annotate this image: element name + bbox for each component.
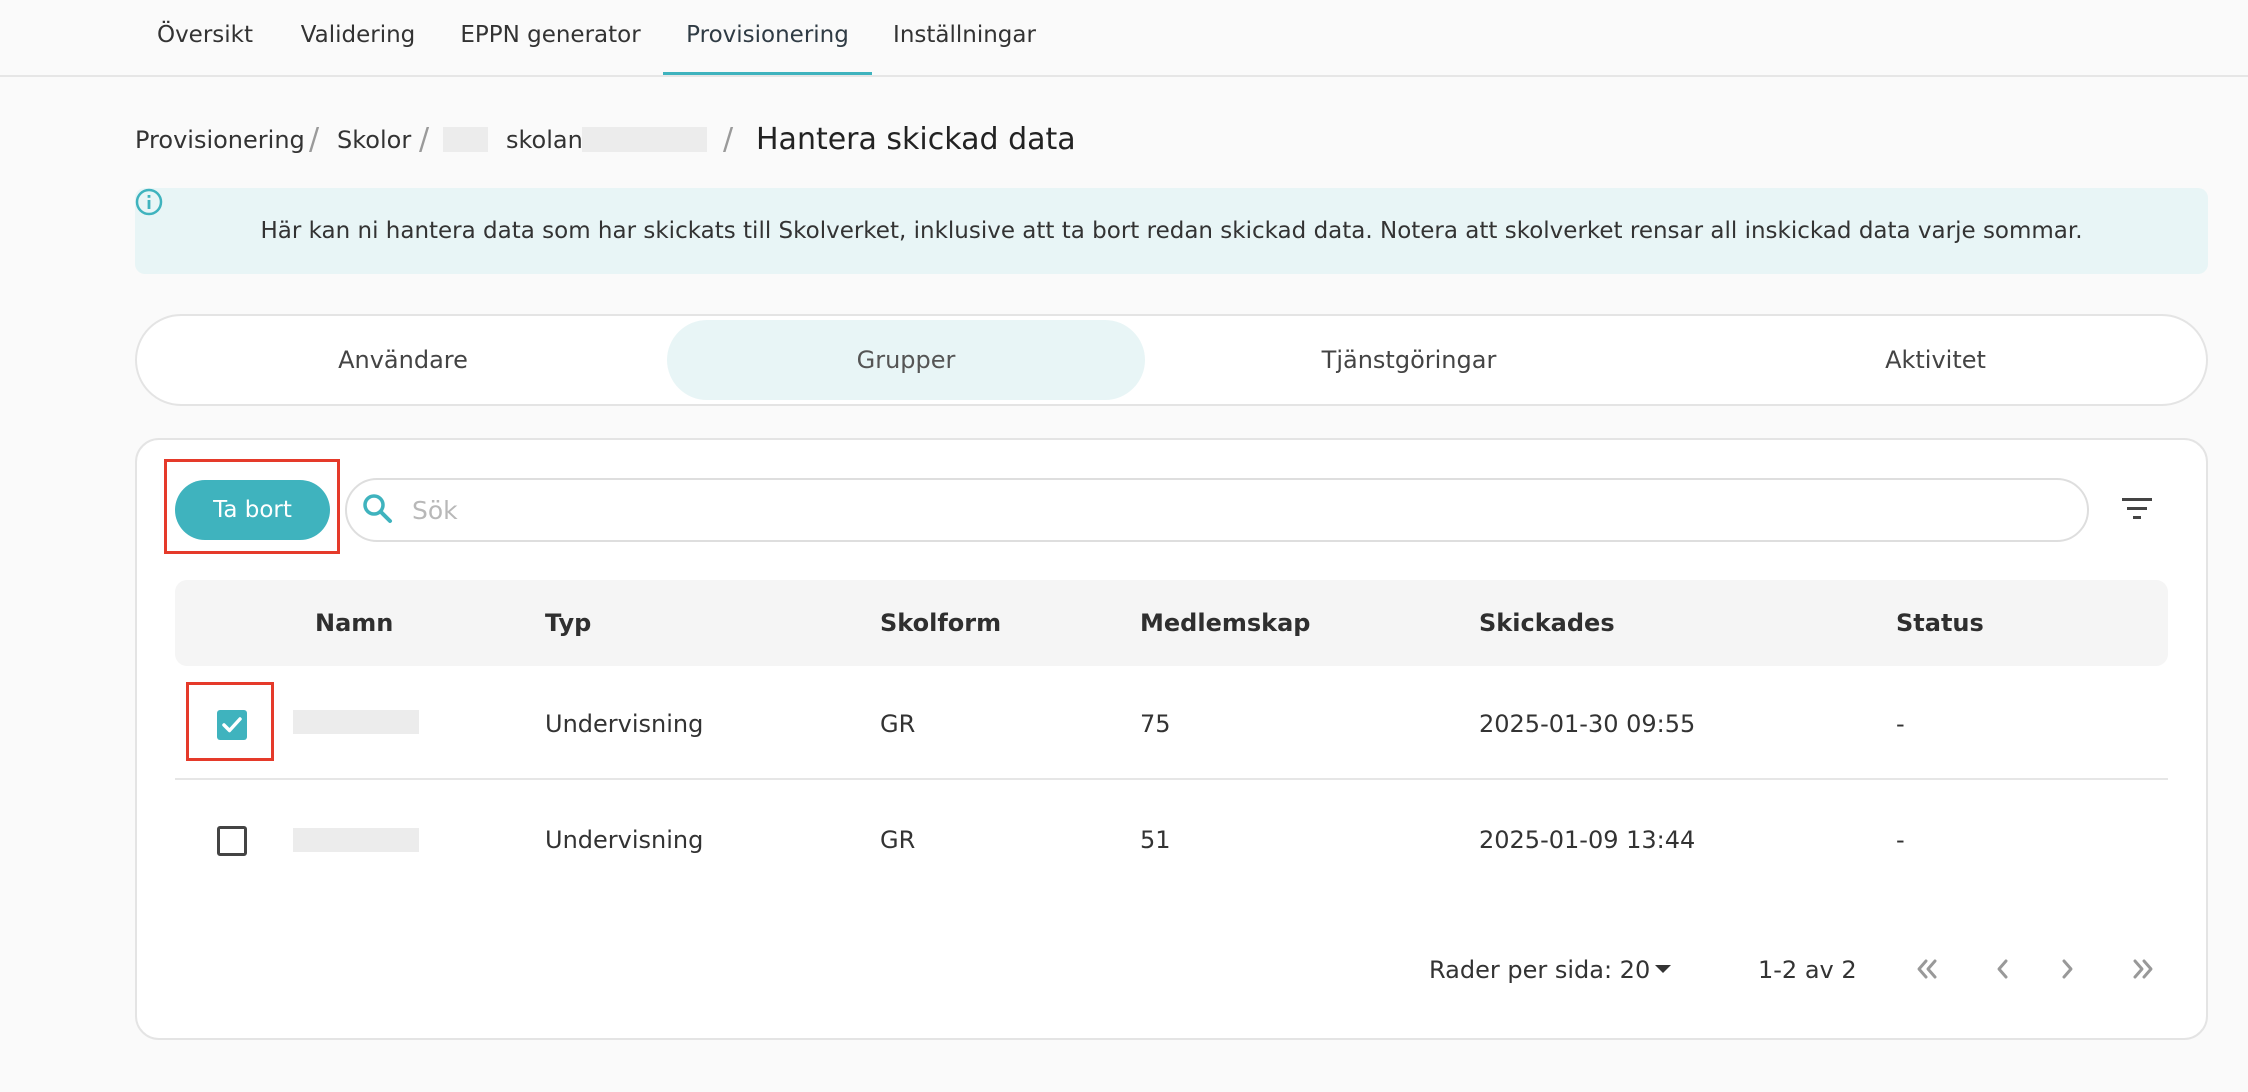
- cell-status: -: [1896, 710, 1905, 738]
- segment-tjanstgoringar[interactable]: Tjänstgöringar: [1149, 320, 1669, 400]
- cell-status: -: [1896, 826, 1905, 854]
- segment-grupper[interactable]: Grupper: [667, 320, 1145, 400]
- column-header-status[interactable]: Status: [1896, 580, 1984, 666]
- cell-medlemskap: 75: [1140, 710, 1171, 738]
- cell-typ: Undervisning: [545, 826, 704, 854]
- highlight-box: [186, 682, 274, 761]
- tab-validering[interactable]: Validering: [291, 0, 425, 75]
- redacted-text: [443, 127, 488, 152]
- cell-typ: Undervisning: [545, 710, 704, 738]
- search-input[interactable]: [412, 488, 2062, 532]
- column-header-skolform[interactable]: Skolform: [880, 580, 1001, 666]
- chevron-down-icon[interactable]: [1654, 962, 1672, 976]
- table-header: Namn Typ Skolform Medlemskap Skickades S…: [175, 580, 2168, 666]
- search-box[interactable]: [345, 478, 2089, 542]
- last-page-icon[interactable]: [2128, 954, 2158, 984]
- segment-tabs: Användare Grupper Tjänstgöringar Aktivit…: [135, 314, 2208, 406]
- redacted-name: [293, 828, 419, 852]
- info-icon[interactable]: [135, 188, 163, 216]
- table-row[interactable]: Undervisning GR 75 2025-01-30 09:55 -: [175, 668, 2168, 780]
- redacted-name: [293, 710, 419, 734]
- cell-medlemskap: 51: [1140, 826, 1171, 854]
- filter-icon[interactable]: [2120, 494, 2154, 524]
- breadcrumb-separator: /: [419, 122, 430, 157]
- redacted-text: [582, 127, 707, 152]
- info-banner-text: Här kan ni hantera data som har skickats…: [260, 218, 2083, 244]
- segment-anvandare[interactable]: Användare: [143, 320, 663, 400]
- breadcrumb-skolor[interactable]: Skolor: [337, 118, 411, 162]
- segment-aktivitet[interactable]: Aktivitet: [1673, 320, 2198, 400]
- tab-installningar[interactable]: Inställningar: [886, 0, 1043, 75]
- first-page-icon[interactable]: [1912, 954, 1942, 984]
- cell-skolform: GR: [880, 826, 916, 854]
- cell-skickades: 2025-01-09 13:44: [1479, 826, 1696, 854]
- row-checkbox-unchecked[interactable]: [217, 826, 247, 856]
- info-banner: Här kan ni hantera data som har skickats…: [135, 188, 2208, 274]
- top-navigation: Översikt Validering EPPN generator Provi…: [0, 0, 2248, 77]
- tab-eppn-generator[interactable]: EPPN generator: [456, 0, 645, 75]
- breadcrumb-separator: /: [723, 122, 734, 157]
- column-header-medlemskap[interactable]: Medlemskap: [1140, 580, 1310, 666]
- search-icon: [363, 494, 392, 523]
- previous-page-icon[interactable]: [1988, 954, 2018, 984]
- cell-skolform: GR: [880, 710, 916, 738]
- cell-skickades: 2025-01-30 09:55: [1479, 710, 1696, 738]
- page-title: Hantera skickad data: [756, 122, 1076, 157]
- column-header-namn[interactable]: Namn: [315, 580, 393, 666]
- column-header-typ[interactable]: Typ: [545, 580, 591, 666]
- pagination-range: 1-2 av 2: [1758, 956, 1857, 984]
- breadcrumb-provisionering[interactable]: Provisionering: [135, 118, 305, 162]
- breadcrumb-separator: /: [309, 122, 320, 157]
- next-page-icon[interactable]: [2052, 954, 2082, 984]
- table-row[interactable]: Undervisning GR 51 2025-01-09 13:44 -: [175, 784, 2168, 896]
- breadcrumb-school[interactable]: skolan: [506, 118, 583, 162]
- rows-per-page-select[interactable]: Rader per sida: 20: [1429, 950, 1650, 990]
- column-header-skickades[interactable]: Skickades: [1479, 580, 1615, 666]
- highlight-box: [164, 459, 340, 554]
- tab-provisionering[interactable]: Provisionering: [663, 0, 872, 75]
- tab-oversikt[interactable]: Översikt: [136, 0, 274, 75]
